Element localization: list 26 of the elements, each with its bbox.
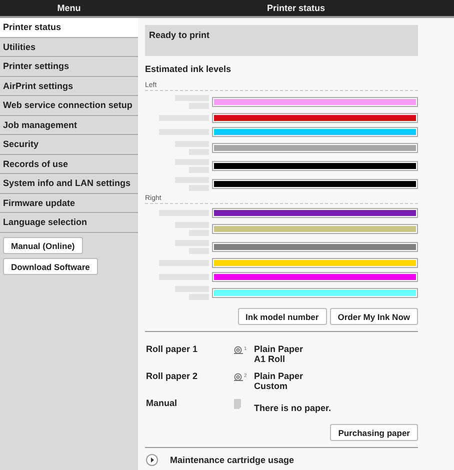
paper-info: Plain Paper [254, 371, 304, 381]
sidebar-item[interactable]: Printer status [0, 18, 138, 38]
ink-model-button[interactable]: Ink model number [238, 308, 327, 325]
purchase-paper-button[interactable]: Purchasing paper [330, 424, 418, 441]
sidebar-item[interactable]: Utilities [0, 38, 138, 57]
paper-info: Plain Paper [254, 344, 304, 354]
paper-info: There is no paper. [254, 403, 332, 413]
paper-info: Custom [254, 381, 288, 391]
expand-icon[interactable] [146, 454, 158, 466]
paper-info: A1 Roll [254, 354, 286, 364]
section-heading: Estimated ink levels [145, 64, 232, 74]
download-button[interactable]: Download Software [3, 258, 98, 274]
page-title: Printer status [266, 2, 326, 15]
paper-sheet-icon [234, 399, 241, 409]
paper-source-label: Roll paper 1 [145, 344, 199, 356]
paper-source-label: Manual [145, 398, 178, 410]
sidebar-item[interactable]: Firmware update [0, 194, 138, 213]
manual-button[interactable]: Manual (Online) [3, 236, 83, 254]
sidebar-item[interactable]: Records of use [0, 154, 138, 174]
sidebar-item[interactable]: AirPrint settings [0, 76, 138, 96]
sidebar-item[interactable]: Job management [0, 116, 138, 135]
section-title[interactable]: Maintenance cartridge usage [170, 455, 294, 465]
menu-title: Menu [56, 2, 82, 15]
status-panel: Ready to print [145, 25, 418, 56]
paper-source-label: Roll paper 2 [145, 371, 199, 383]
order-ink-button[interactable]: Order My Ink Now [330, 308, 418, 325]
